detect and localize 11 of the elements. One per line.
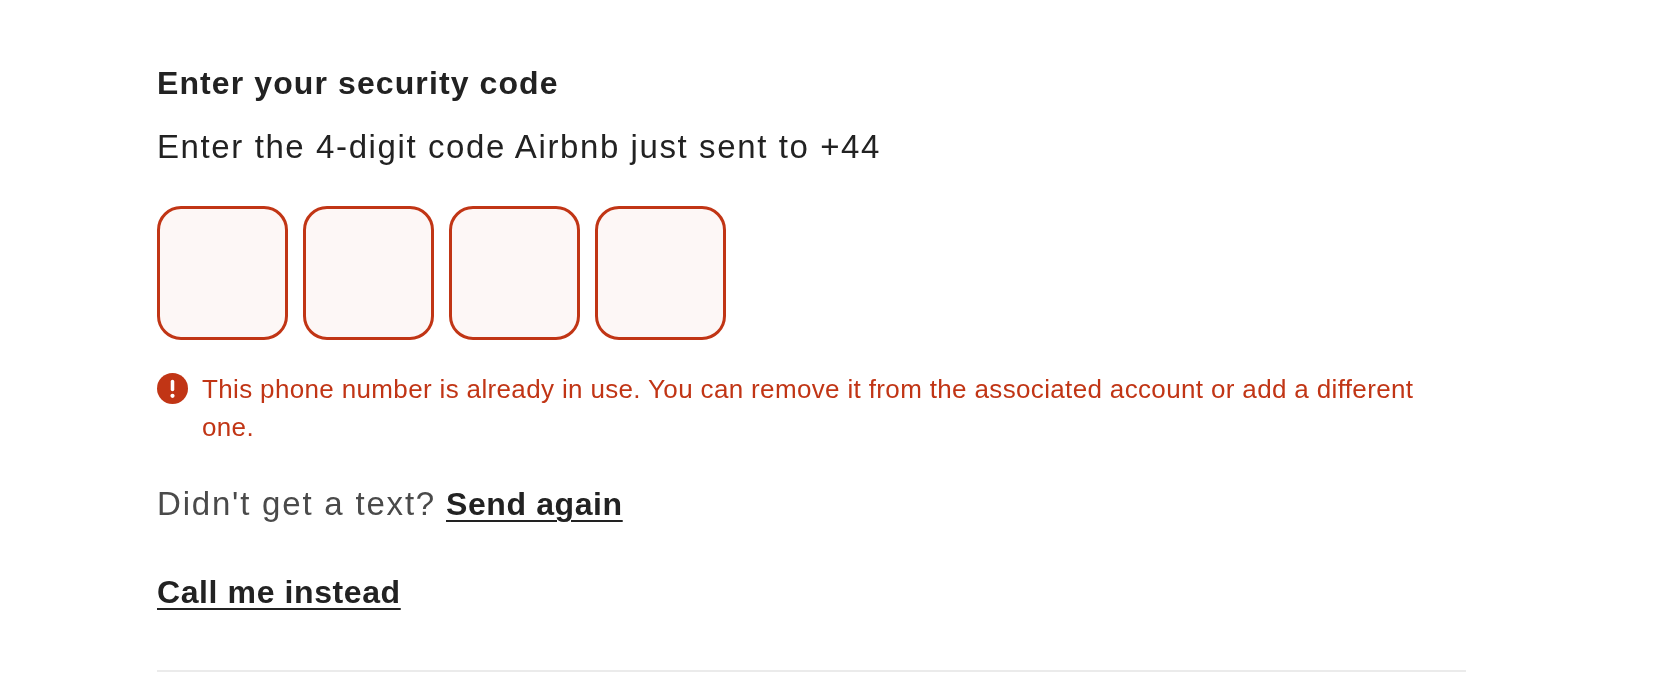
- error-message: This phone number is already in use. You can remove it from the associated account or add a different one.: [202, 373, 1415, 444]
- code-input[interactable]: [449, 206, 580, 340]
- heading: Enter your security code: [157, 64, 559, 103]
- resend-prompt: Didn't get a text?: [157, 484, 436, 524]
- send-again-link[interactable]: Send again: [446, 484, 623, 524]
- instructions-text: Enter the 4-digit code Airbnb just sent to +44: [157, 127, 881, 167]
- code-input[interactable]: [595, 206, 726, 340]
- call-me-instead-link[interactable]: Call me instead: [157, 572, 401, 612]
- code-input[interactable]: [303, 206, 434, 340]
- exclamation-icon: [157, 373, 188, 404]
- code-input[interactable]: [157, 206, 288, 340]
